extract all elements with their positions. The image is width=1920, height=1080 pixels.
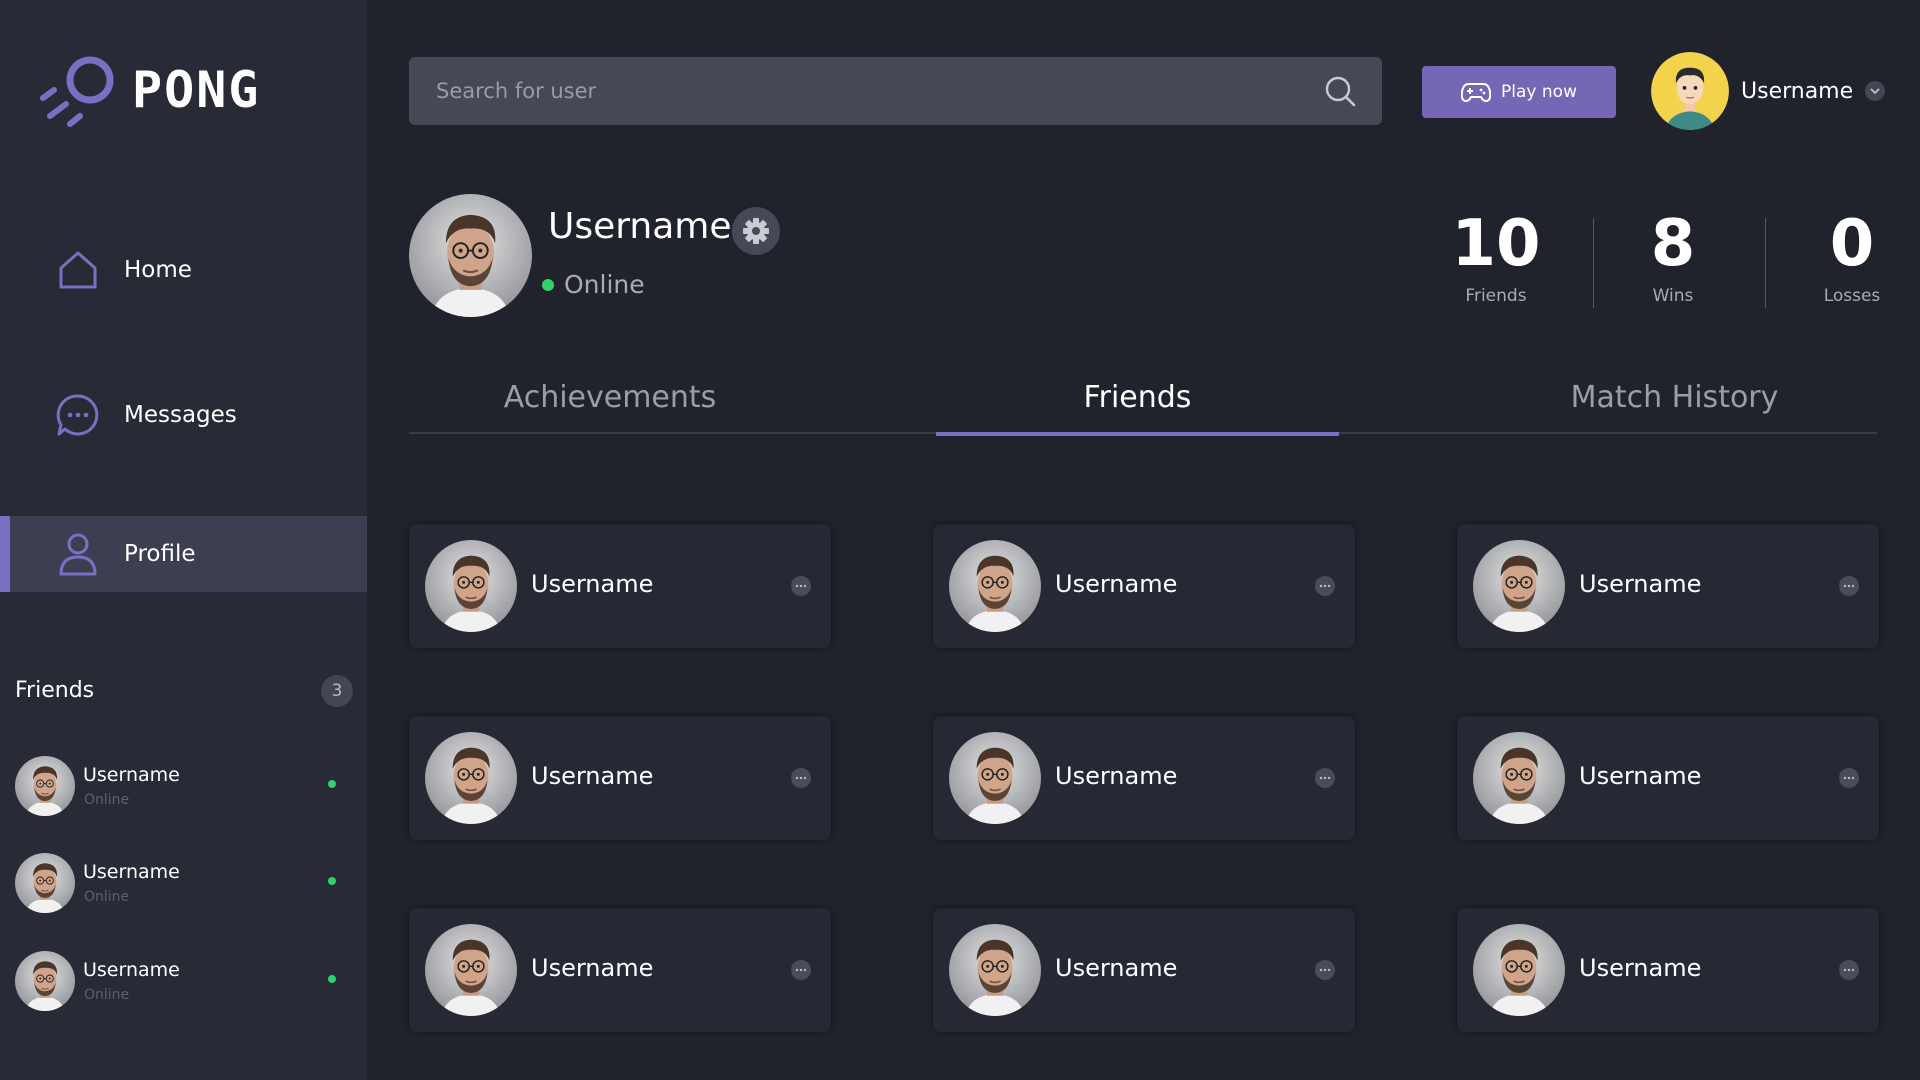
friend-card-name: Username bbox=[1055, 570, 1178, 598]
friend-card[interactable]: Username bbox=[933, 524, 1355, 648]
online-indicator bbox=[328, 877, 336, 885]
sidebar-friend-item[interactable]: Username Online bbox=[15, 951, 355, 1015]
sidebar-friend-status: Online bbox=[84, 987, 130, 1003]
avatar bbox=[1651, 52, 1729, 130]
stat-losses: 0 Losses bbox=[1777, 206, 1920, 306]
sidebar-friend-status: Online bbox=[84, 792, 130, 808]
friend-card[interactable]: Username bbox=[409, 908, 831, 1032]
avatar bbox=[15, 756, 75, 816]
stat-value: 0 bbox=[1829, 207, 1875, 281]
sidebar-friend-status: Online bbox=[84, 889, 130, 905]
stat-divider bbox=[1765, 218, 1766, 308]
friend-card[interactable]: Username bbox=[933, 716, 1355, 840]
profile-avatar bbox=[409, 194, 532, 317]
logo[interactable]: PONG bbox=[40, 52, 260, 128]
friend-card[interactable]: Username bbox=[409, 524, 831, 648]
stat-label: Losses bbox=[1823, 286, 1881, 306]
avatar bbox=[1473, 732, 1565, 824]
profile-status: Online bbox=[542, 270, 645, 299]
friend-card-name: Username bbox=[531, 570, 654, 598]
online-indicator bbox=[542, 278, 554, 291]
avatar bbox=[425, 924, 517, 1016]
chat-bubble-icon bbox=[54, 391, 102, 439]
friends-count-badge: 3 bbox=[321, 675, 353, 707]
nav-label-profile: Profile bbox=[124, 541, 196, 567]
friend-card[interactable]: Username bbox=[1457, 716, 1879, 840]
tab-friends[interactable]: Friends bbox=[936, 360, 1339, 436]
sidebar-friends-heading: Friends bbox=[15, 678, 95, 703]
nav-item-profile[interactable]: Profile bbox=[0, 516, 367, 592]
nav-item-messages[interactable]: Messages bbox=[0, 377, 367, 453]
avatar bbox=[1473, 924, 1565, 1016]
home-icon bbox=[54, 246, 102, 294]
profile-status-text: Online bbox=[564, 270, 645, 299]
tab-match-history[interactable]: Match History bbox=[1472, 360, 1877, 434]
gamepad-icon bbox=[1461, 83, 1492, 103]
stat-divider bbox=[1593, 218, 1594, 308]
avatar bbox=[1473, 540, 1565, 632]
more-options-icon[interactable] bbox=[1315, 576, 1335, 596]
avatar bbox=[425, 732, 517, 824]
stat-wins: 8 Wins bbox=[1598, 206, 1748, 306]
stat-value: 8 bbox=[1650, 207, 1696, 281]
more-options-icon[interactable] bbox=[1839, 768, 1859, 788]
more-options-icon[interactable] bbox=[791, 960, 811, 980]
friend-card-name: Username bbox=[1579, 954, 1702, 982]
online-indicator bbox=[328, 780, 336, 788]
friend-card[interactable]: Username bbox=[409, 716, 831, 840]
nav-label-messages: Messages bbox=[124, 402, 237, 428]
friend-card-name: Username bbox=[531, 762, 654, 790]
user-menu[interactable]: Username bbox=[1651, 52, 1886, 130]
more-options-icon[interactable] bbox=[791, 576, 811, 596]
sidebar-friend-name: Username bbox=[83, 959, 180, 981]
stat-value: 10 bbox=[1451, 207, 1541, 281]
more-options-icon[interactable] bbox=[791, 768, 811, 788]
friend-card[interactable]: Username bbox=[933, 908, 1355, 1032]
online-indicator bbox=[328, 975, 336, 983]
more-options-icon[interactable] bbox=[1315, 960, 1335, 980]
chevron-down-icon[interactable] bbox=[1865, 81, 1886, 101]
search-icon[interactable] bbox=[1324, 75, 1356, 107]
sidebar-friend-name: Username bbox=[83, 764, 180, 786]
friend-card-name: Username bbox=[1055, 954, 1178, 982]
search-bar bbox=[409, 57, 1382, 125]
avatar bbox=[949, 924, 1041, 1016]
play-now-button[interactable]: Play now bbox=[1422, 66, 1616, 118]
avatar bbox=[949, 732, 1041, 824]
friend-card-name: Username bbox=[1055, 762, 1178, 790]
gear-icon bbox=[743, 218, 769, 244]
more-options-icon[interactable] bbox=[1839, 576, 1859, 596]
more-options-icon[interactable] bbox=[1839, 960, 1859, 980]
sidebar-friend-item[interactable]: Username Online bbox=[15, 756, 355, 820]
avatar bbox=[949, 540, 1041, 632]
sidebar-friend-item[interactable]: Username Online bbox=[15, 853, 355, 917]
profile-tabs: Achievements Friends Match History bbox=[409, 360, 1877, 436]
sidebar: PONG Home Messages Profile Friends 3 Use… bbox=[0, 0, 367, 1080]
nav-item-home[interactable]: Home bbox=[0, 232, 367, 308]
user-menu-name: Username bbox=[1741, 78, 1854, 104]
nav-label-home: Home bbox=[124, 257, 192, 283]
friend-card-name: Username bbox=[1579, 762, 1702, 790]
logo-icon bbox=[40, 56, 114, 127]
settings-button[interactable] bbox=[732, 207, 780, 255]
friend-card-name: Username bbox=[1579, 570, 1702, 598]
stat-label: Wins bbox=[1652, 286, 1694, 306]
logo-text: PONG bbox=[132, 61, 261, 119]
play-now-label: Play now bbox=[1501, 82, 1577, 102]
sidebar-friend-name: Username bbox=[83, 861, 180, 883]
search-input[interactable] bbox=[409, 57, 1289, 125]
avatar bbox=[15, 853, 75, 913]
stat-label: Friends bbox=[1465, 286, 1527, 306]
avatar bbox=[425, 540, 517, 632]
profile-name: Username bbox=[548, 206, 732, 247]
stat-friends: 10 Friends bbox=[1421, 206, 1571, 306]
friend-card-name: Username bbox=[531, 954, 654, 982]
avatar bbox=[15, 951, 75, 1011]
friend-card[interactable]: Username bbox=[1457, 908, 1879, 1032]
more-options-icon[interactable] bbox=[1315, 768, 1335, 788]
friend-card[interactable]: Username bbox=[1457, 524, 1879, 648]
user-icon bbox=[54, 530, 102, 578]
tab-achievements[interactable]: Achievements bbox=[409, 360, 811, 434]
app-root: PONG Home Messages Profile Friends 3 Use… bbox=[0, 0, 1920, 1080]
